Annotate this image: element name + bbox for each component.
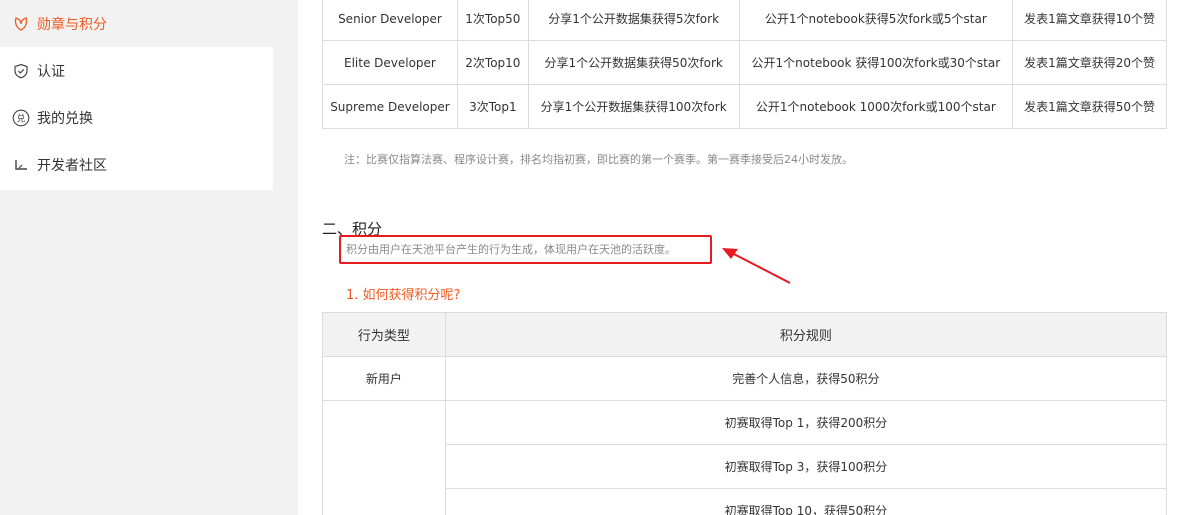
sidebar: 勋章与积分 认证 兑 我的兑换 开发者社区 bbox=[0, 0, 273, 190]
sidebar-item-dev-community[interactable]: 开发者社区 bbox=[0, 141, 273, 188]
table-cell: 分享1个公开数据集获得50次fork bbox=[527, 40, 740, 85]
competition-note: 注：比赛仅指算法赛、程序设计赛，排名均指初赛，即比赛的第一个赛季。第一赛季接受后… bbox=[344, 153, 853, 166]
sidebar-item-label: 我的兑换 bbox=[37, 110, 93, 127]
table-cell bbox=[322, 400, 446, 515]
table-cell: 公开1个notebook 获得100次fork或30个star bbox=[738, 40, 1014, 85]
table-cell: 初赛取得Top 10，获得50积分 bbox=[444, 488, 1168, 515]
table-row: 新用户 完善个人信息，获得50积分 bbox=[322, 356, 1168, 401]
table-row: 初赛取得Top 10，获得50积分 bbox=[323, 488, 1168, 515]
exchange-circle-icon: 兑 bbox=[12, 109, 30, 127]
table-cell: 分享1个公开数据集获得100次fork bbox=[527, 84, 740, 129]
shield-check-icon bbox=[12, 62, 30, 80]
sidebar-item-label: 勋章与积分 bbox=[37, 16, 107, 33]
leaf-icon bbox=[12, 15, 30, 33]
table-cell: Supreme Developer bbox=[322, 84, 458, 129]
column-header: 积分规则 bbox=[444, 312, 1168, 357]
svg-text:兑: 兑 bbox=[16, 112, 25, 124]
table-cell: Senior Developer bbox=[322, 0, 458, 41]
table-cell: 完善个人信息，获得50积分 bbox=[444, 356, 1168, 401]
sidebar-item-label: 开发者社区 bbox=[37, 157, 107, 174]
table-cell: 新用户 bbox=[322, 356, 446, 401]
table-cell: 发表1篇文章获得20个赞 bbox=[1012, 40, 1167, 85]
table-row: Senior Developer 1次Top50 分享1个公开数据集获得5次fo… bbox=[322, 0, 1167, 41]
annotation-arrow-icon bbox=[722, 248, 791, 284]
table-cell: 2次Top10 bbox=[456, 40, 529, 85]
table-cell: 初赛取得Top 1，获得200积分 bbox=[444, 400, 1168, 445]
table-cell: 发表1篇文章获得50个赞 bbox=[1012, 84, 1167, 129]
table-row: 初赛取得Top 1，获得200积分 bbox=[322, 400, 1168, 515]
table-row: 初赛取得Top 3，获得100积分 bbox=[323, 444, 1168, 489]
table-row: Supreme Developer 3次Top1 分享1个公开数据集获得100次… bbox=[322, 84, 1167, 129]
subsection-title: 1. 如何获得积分呢? bbox=[346, 288, 461, 303]
sidebar-item-certification[interactable]: 认证 bbox=[0, 47, 273, 94]
main-content: Senior Developer 1次Top50 分享1个公开数据集获得5次fo… bbox=[298, 0, 1186, 515]
table-cell: 公开1个notebook 1000次fork或100个star bbox=[738, 84, 1014, 129]
table-cell: 公开1个notebook获得5次fork或5个star bbox=[738, 0, 1014, 41]
table-cell: 1次Top50 bbox=[456, 0, 529, 41]
sidebar-item-badges-points[interactable]: 勋章与积分 bbox=[0, 0, 273, 47]
table-header-row: 行为类型 积分规则 bbox=[322, 312, 1168, 357]
table-cell: Elite Developer bbox=[322, 40, 458, 85]
table-cell: 初赛取得Top 3，获得100积分 bbox=[444, 444, 1168, 489]
table-cell: 分享1个公开数据集获得5次fork bbox=[527, 0, 740, 41]
sidebar-item-my-exchange[interactable]: 兑 我的兑换 bbox=[0, 94, 273, 141]
community-corner-icon bbox=[12, 156, 30, 174]
sidebar-item-label: 认证 bbox=[37, 63, 65, 80]
developer-level-table: Senior Developer 1次Top50 分享1个公开数据集获得5次fo… bbox=[322, 0, 1167, 129]
highlight-box bbox=[339, 235, 712, 264]
column-header: 行为类型 bbox=[322, 312, 446, 357]
points-rules-table: 行为类型 积分规则 新用户 完善个人信息，获得50积分 初赛取得Top 1，获得… bbox=[322, 312, 1168, 515]
table-cell: 3次Top1 bbox=[456, 84, 529, 129]
table-cell: 发表1篇文章获得10个赞 bbox=[1012, 0, 1167, 41]
table-row: Elite Developer 2次Top10 分享1个公开数据集获得50次fo… bbox=[322, 40, 1167, 85]
